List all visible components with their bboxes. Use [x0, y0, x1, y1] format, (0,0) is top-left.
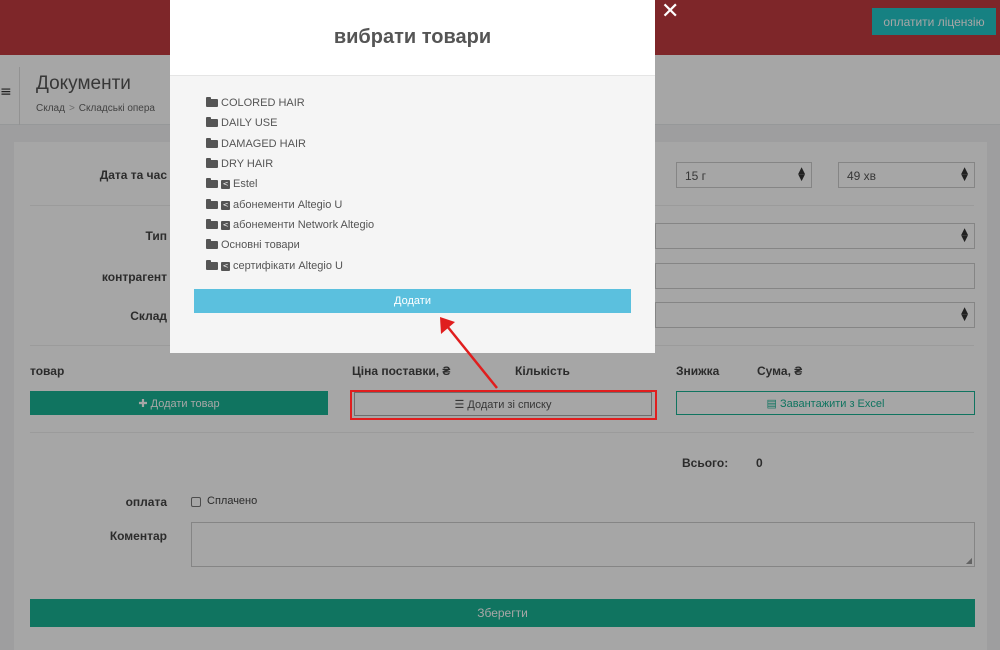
annotation-arrow — [440, 317, 498, 389]
